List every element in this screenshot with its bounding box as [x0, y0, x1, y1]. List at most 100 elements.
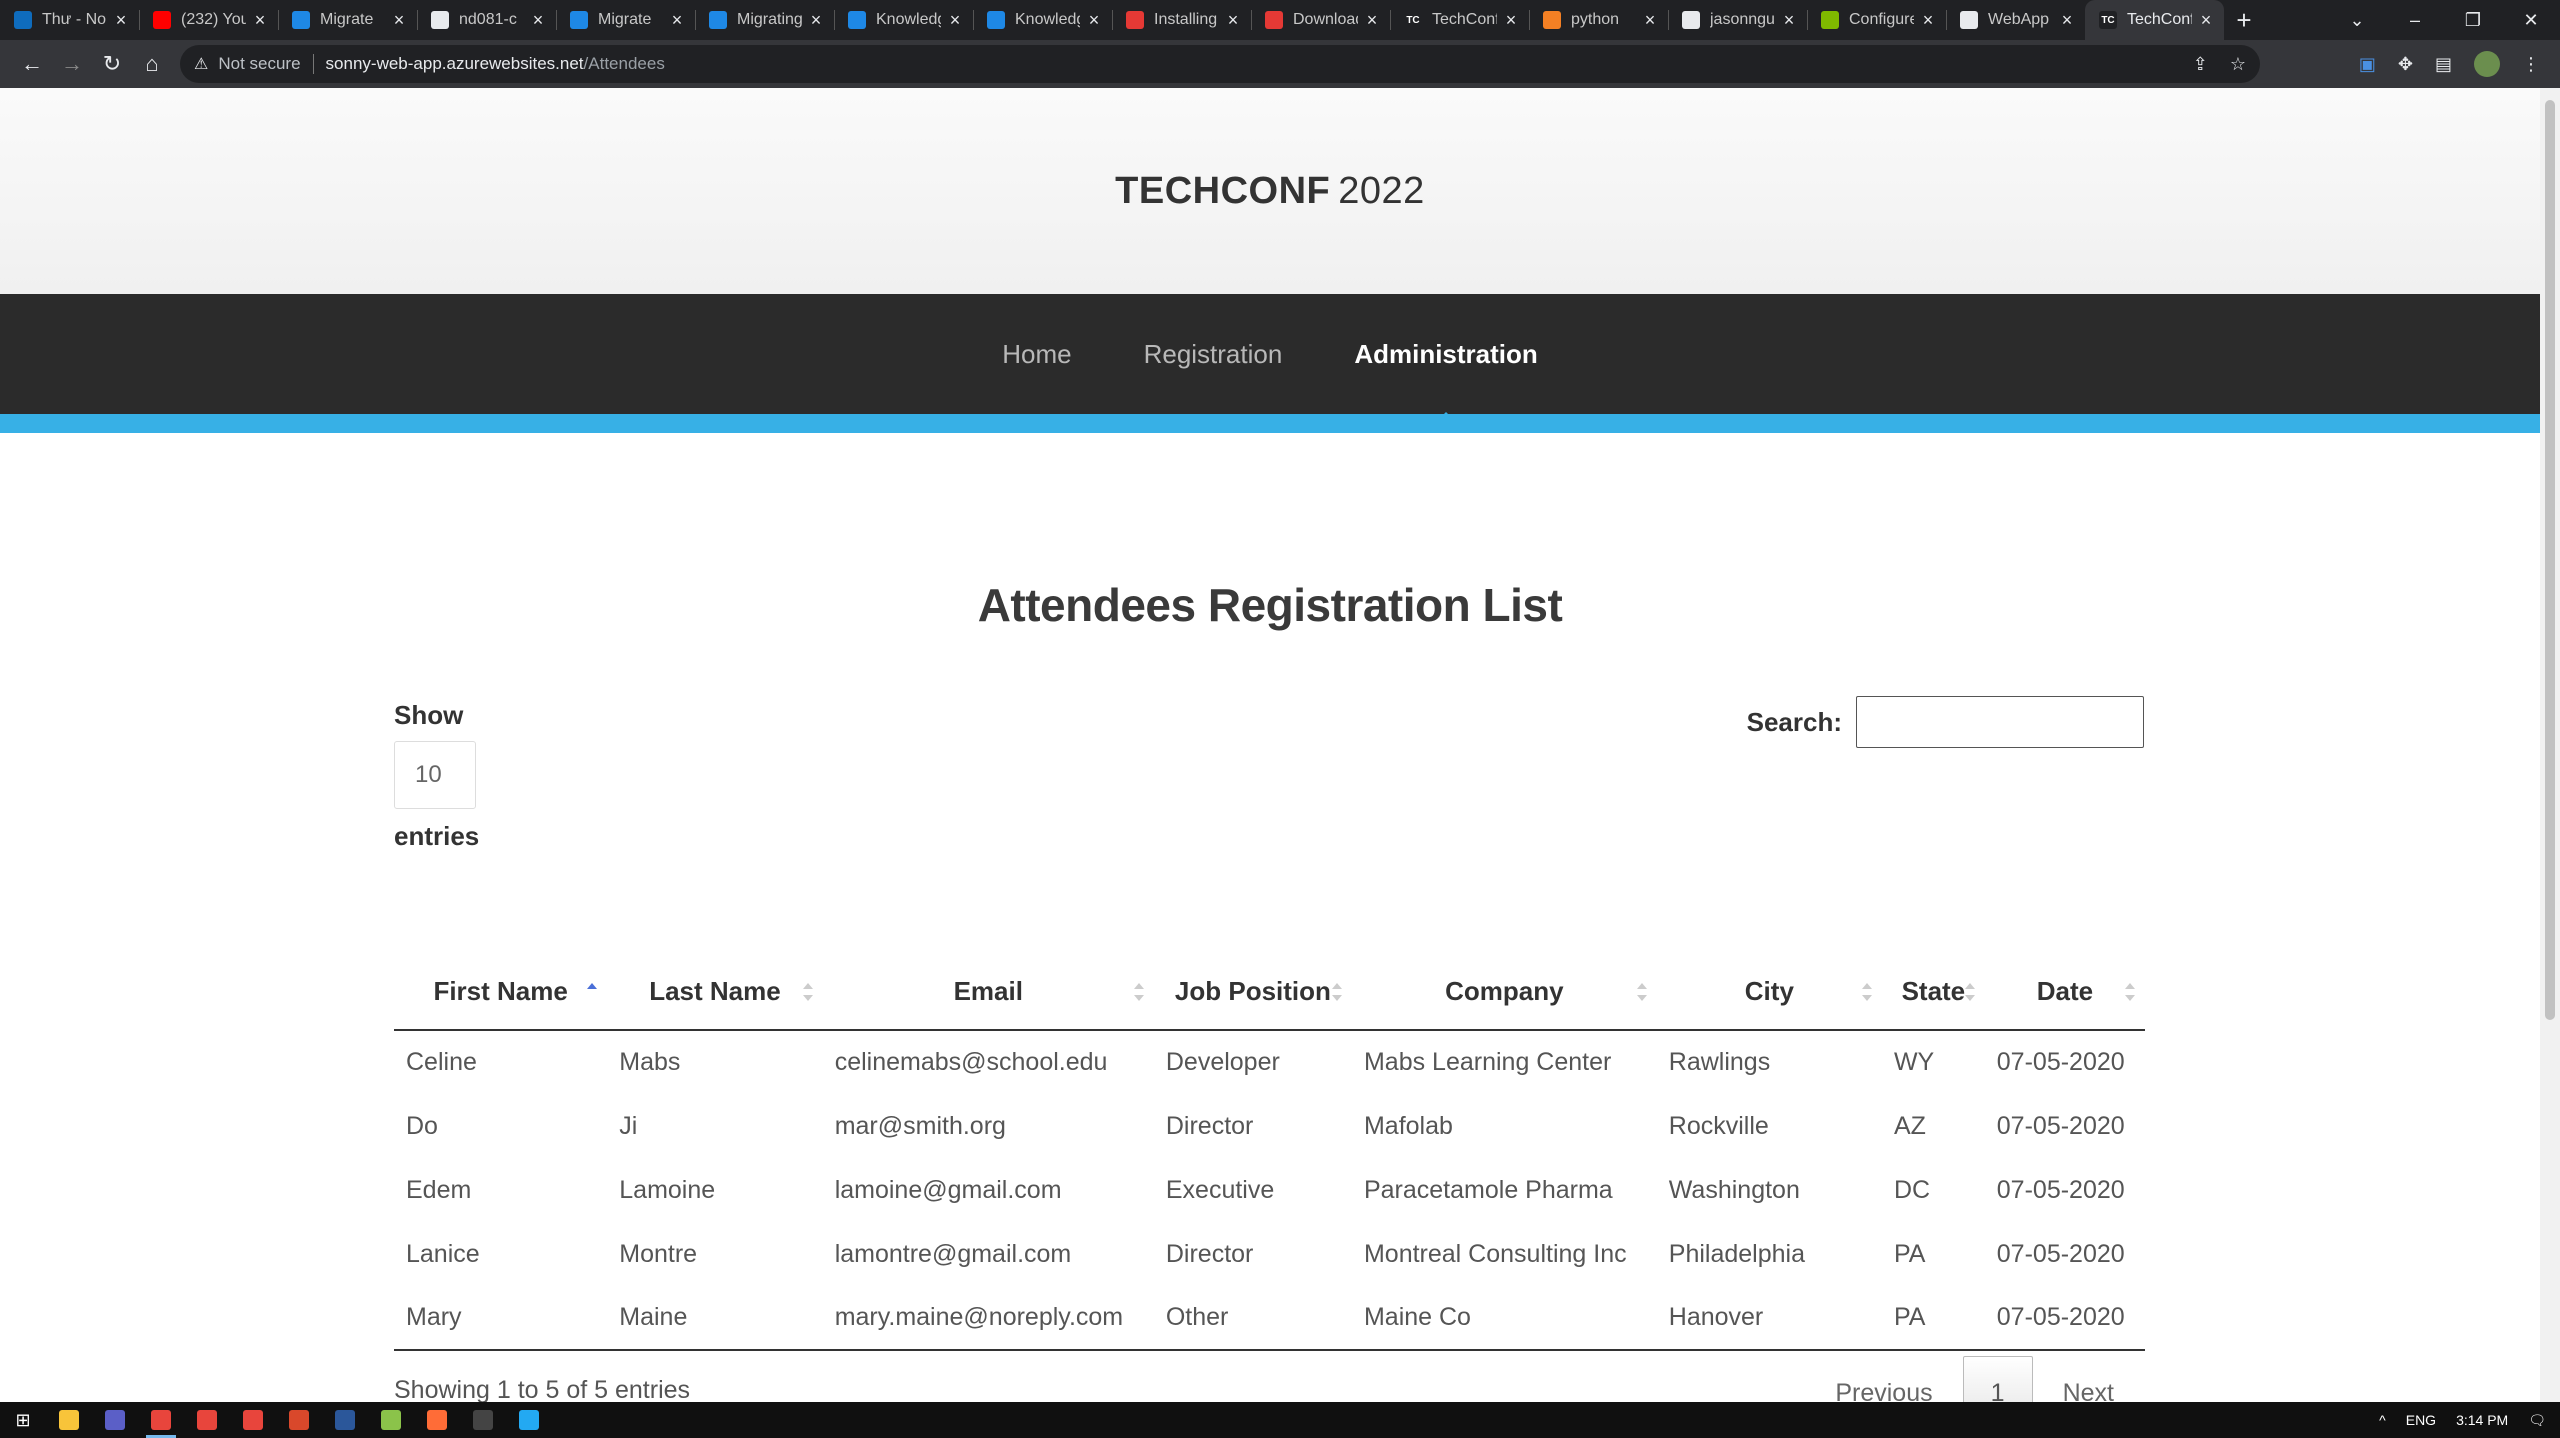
tab-close-icon[interactable]: ×	[113, 10, 129, 31]
side-panel-icon[interactable]: ▤	[2435, 54, 2452, 75]
outlook-icon	[14, 11, 32, 29]
extension-icon[interactable]: ▣	[2359, 54, 2376, 75]
windows-start-icon[interactable]: ⊞	[0, 1402, 46, 1438]
site-logo[interactable]: TECHCONF 2022	[1115, 170, 1425, 213]
tab-close-icon[interactable]: ×	[808, 10, 824, 31]
close-window-icon[interactable]: ✕	[2502, 10, 2560, 31]
tab-close-icon[interactable]: ×	[252, 10, 268, 31]
teams-icon[interactable]	[92, 1402, 138, 1438]
puzzle-extensions-icon[interactable]: ✥	[2398, 54, 2413, 75]
word-icon[interactable]	[322, 1402, 368, 1438]
nav-registration[interactable]: Registration	[1144, 339, 1283, 370]
search-input[interactable]	[1856, 696, 2144, 748]
browser-tab[interactable]: Knowledge ×	[973, 0, 1112, 40]
postman-icon[interactable]	[414, 1402, 460, 1438]
tab-close-icon[interactable]: ×	[530, 10, 546, 31]
kebab-menu-icon[interactable]: ⋮	[2522, 54, 2540, 75]
site-header: TECHCONF 2022	[0, 88, 2540, 294]
share-icon[interactable]: ⇪	[2193, 54, 2208, 75]
browser-tab[interactable]: Migrating ×	[695, 0, 834, 40]
terminal-icon[interactable]	[460, 1402, 506, 1438]
warning-triangle-icon[interactable]: ⚠	[194, 54, 208, 74]
tab-close-icon[interactable]: ×	[2059, 10, 2075, 31]
scrollbar-thumb[interactable]	[2545, 100, 2555, 1020]
column-header[interactable]: Email	[822, 954, 1154, 1031]
browser-tab[interactable]: Migrate ×	[556, 0, 695, 40]
back-arrow-icon[interactable]: ←	[12, 44, 52, 84]
column-header[interactable]: Date	[1984, 954, 2145, 1031]
tab-close-icon[interactable]: ×	[1086, 10, 1102, 31]
entries-length-select[interactable]: 10	[394, 741, 476, 809]
browser-tab[interactable]: TC TechConf ×	[1390, 0, 1529, 40]
language-indicator[interactable]: ENG	[2406, 1412, 2436, 1428]
browser-tab[interactable]: Download ×	[1251, 0, 1390, 40]
browser-tab[interactable]: (232) YouTube ×	[139, 0, 278, 40]
vscode-icon[interactable]	[506, 1402, 552, 1438]
reload-icon[interactable]: ↻	[92, 44, 132, 84]
browser-tab[interactable]: Migrate ×	[278, 0, 417, 40]
url-host[interactable]: sonny-web-app.azurewebsites.net	[326, 54, 584, 74]
minimize-icon[interactable]: –	[2386, 10, 2444, 31]
clock[interactable]: 3:14 PM	[2456, 1412, 2508, 1428]
table-cell: mar@smith.org	[834, 1111, 1006, 1140]
column-header[interactable]: Job Position	[1153, 954, 1352, 1031]
browser-tab[interactable]: TC TechConf ×	[2085, 0, 2224, 40]
url-path[interactable]: /Attendees	[584, 54, 665, 74]
previous-page-button[interactable]: Previous	[1805, 1379, 1962, 1403]
new-tab-button[interactable]: +	[2224, 0, 2264, 40]
forward-arrow-icon[interactable]: →	[52, 44, 92, 84]
sort-arrows-icon[interactable]	[802, 982, 813, 1001]
tab-close-icon[interactable]: ×	[947, 10, 963, 31]
tab-close-icon[interactable]: ×	[391, 10, 407, 31]
chrome-icon[interactable]	[138, 1402, 184, 1438]
column-header[interactable]: First Name	[394, 954, 608, 1031]
chrome-icon[interactable]	[184, 1402, 230, 1438]
tab-close-icon[interactable]: ×	[1920, 10, 1936, 31]
column-header[interactable]: Company	[1351, 954, 1657, 1031]
sort-arrows-icon[interactable]	[1964, 982, 1975, 1001]
browser-tab[interactable]: Knowledge ×	[834, 0, 973, 40]
tab-close-icon[interactable]: ×	[1364, 10, 1380, 31]
security-label[interactable]: Not secure	[218, 54, 300, 74]
browser-tab[interactable]: python ×	[1529, 0, 1668, 40]
tab-close-icon[interactable]: ×	[1225, 10, 1241, 31]
browser-tab[interactable]: nd081-c ×	[417, 0, 556, 40]
sort-arrows-icon[interactable]	[1636, 982, 1647, 1001]
tab-close-icon[interactable]: ×	[1503, 10, 1519, 31]
browser-tab[interactable]: Thư - No ×	[0, 0, 139, 40]
home-icon[interactable]: ⌂	[132, 44, 172, 84]
address-bar[interactable]: ⚠ Not secure sonny-web-app.azurewebsites…	[180, 45, 2260, 83]
notepad-icon[interactable]	[368, 1402, 414, 1438]
column-header[interactable]: Last Name	[607, 954, 823, 1031]
nav-home[interactable]: Home	[1002, 339, 1071, 370]
app-icon[interactable]	[276, 1402, 322, 1438]
browser-tab[interactable]: Installing ×	[1112, 0, 1251, 40]
browser-tab[interactable]: WebApp ×	[1946, 0, 2085, 40]
tray-chevron-icon[interactable]: ^	[2379, 1412, 2386, 1428]
tab-close-icon[interactable]: ×	[1781, 10, 1797, 31]
sort-arrows-icon[interactable]	[2125, 982, 2135, 1001]
tab-close-icon[interactable]: ×	[669, 10, 685, 31]
nav-administration[interactable]: Administration	[1354, 339, 1538, 420]
tab-search-chevron-icon[interactable]: ⌄	[2328, 10, 2386, 31]
sort-arrows-icon[interactable]	[1861, 982, 1872, 1001]
next-page-button[interactable]: Next	[2033, 1379, 2144, 1403]
file-explorer-icon[interactable]	[46, 1402, 92, 1438]
page-1-button[interactable]: 1	[1962, 1356, 2033, 1402]
chrome-icon[interactable]	[230, 1402, 276, 1438]
column-header[interactable]: State	[1881, 954, 1985, 1031]
notifications-icon[interactable]: 🗨	[2528, 1412, 2546, 1429]
tab-close-icon[interactable]: ×	[1642, 10, 1658, 31]
restore-icon[interactable]: ❐	[2444, 10, 2502, 31]
column-header[interactable]: City	[1656, 954, 1882, 1031]
browser-tab[interactable]: Configure ×	[1807, 0, 1946, 40]
sort-arrows-icon[interactable]	[1133, 982, 1144, 1001]
tab-title: (232) YouTube	[181, 11, 246, 28]
bookmark-star-icon[interactable]: ☆	[2230, 54, 2246, 75]
sort-arrows-icon[interactable]	[1331, 982, 1342, 1001]
tab-close-icon[interactable]: ×	[2198, 10, 2214, 31]
sort-arrows-icon[interactable]	[587, 982, 598, 1001]
browser-tab[interactable]: jasonngu ×	[1668, 0, 1807, 40]
page-scrollbar[interactable]	[2540, 88, 2560, 1402]
profile-avatar[interactable]	[2474, 51, 2500, 77]
